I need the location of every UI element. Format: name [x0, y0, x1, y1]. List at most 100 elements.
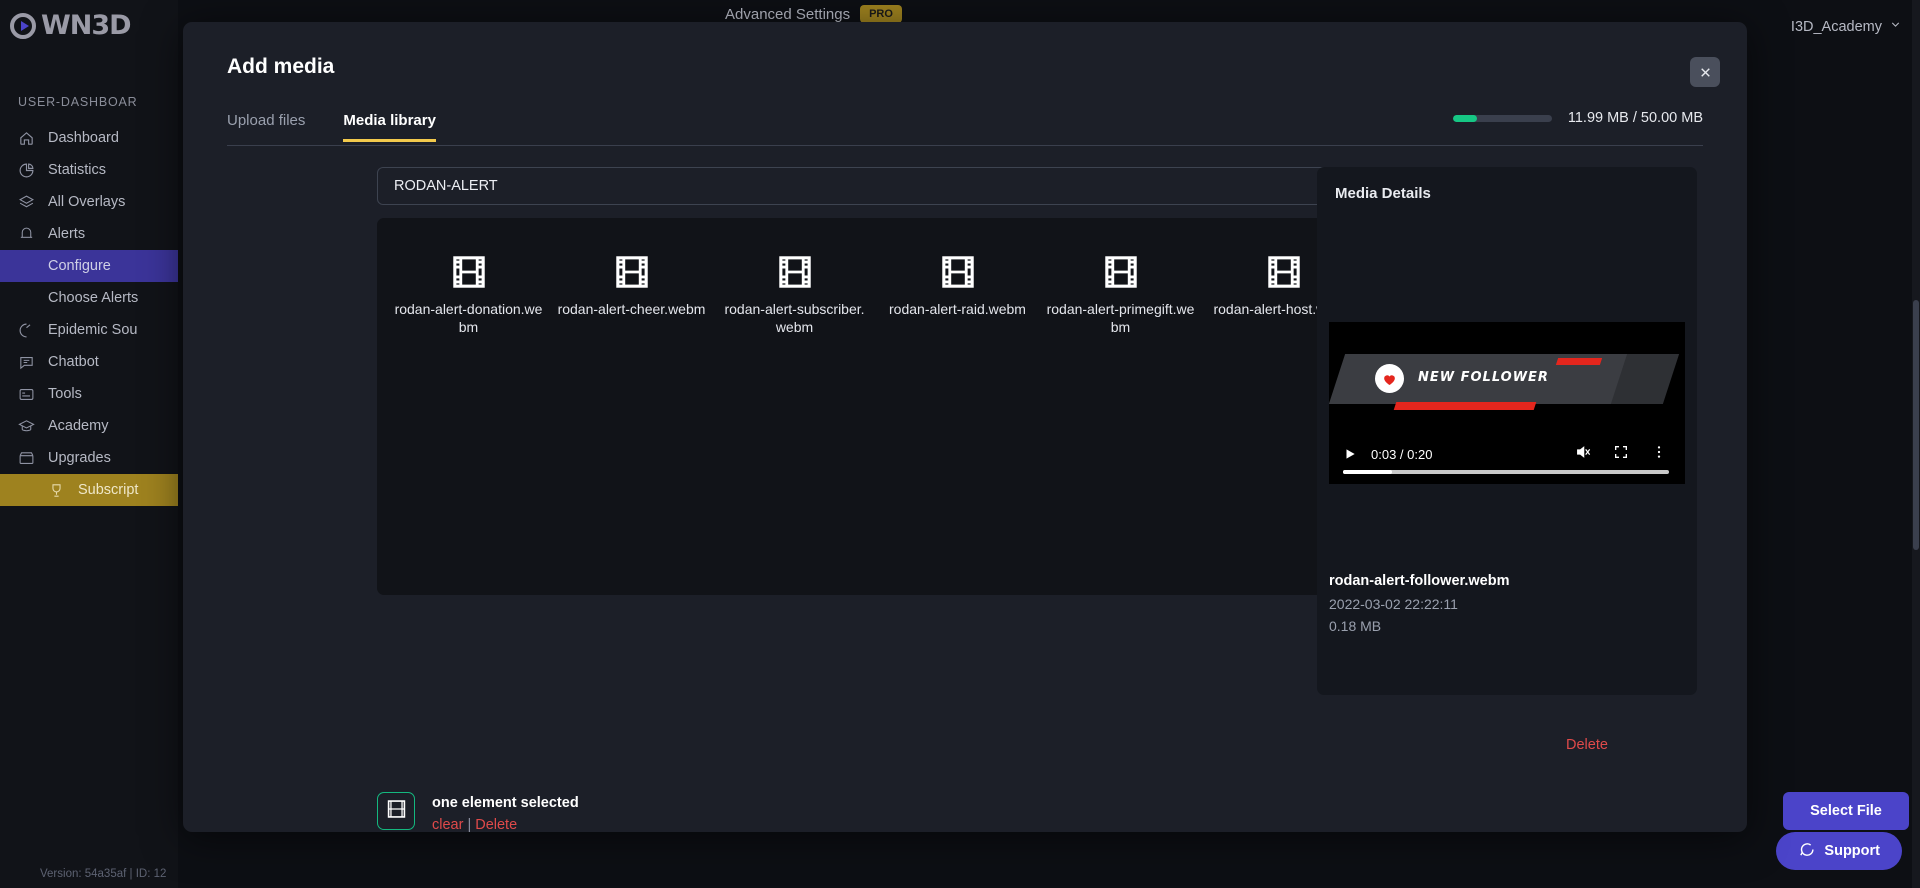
media-item[interactable]: rodan-alert-primegift.webm: [1039, 236, 1202, 346]
brand-wordmark: WN3D: [41, 10, 131, 41]
sidebar-item-label: Choose Alerts: [48, 290, 138, 306]
selection-thumbnail: [377, 792, 415, 830]
video-time: 0:03 / 0:20: [1371, 447, 1432, 462]
pie-chart-icon: [18, 162, 35, 179]
pro-badge: PRO: [860, 5, 902, 23]
file-metadata: rodan-alert-follower.webm 2022-03-02 22:…: [1329, 570, 1679, 637]
film-icon: [778, 256, 812, 288]
delete-selection-button[interactable]: Delete: [475, 817, 517, 833]
video-controls: 0:03 / 0:20: [1329, 436, 1685, 484]
fullscreen-icon[interactable]: [1613, 444, 1629, 465]
details-delete-button[interactable]: Delete: [1566, 737, 1608, 753]
sidebar-item-tools[interactable]: Tools: [0, 378, 178, 410]
sidebar-item-upgrades[interactable]: Upgrades: [0, 442, 178, 474]
sidebar-item-all-overlays[interactable]: All Overlays: [0, 186, 178, 218]
configure-icon: [18, 258, 35, 275]
film-icon: [1267, 256, 1301, 288]
sidebar-item-epidemic-sound[interactable]: Epidemic Sou: [0, 314, 178, 346]
sidebar-item-label: Configure: [48, 258, 111, 274]
film-icon: [387, 800, 406, 823]
storage-progress-fill: [1453, 115, 1477, 122]
selection-summary: one element selected clear|Delete: [377, 792, 579, 836]
modal-title: Add media: [227, 55, 334, 79]
film-icon: [941, 256, 975, 288]
trophy-icon: [48, 482, 65, 499]
alert-accent-bar-top: [1556, 358, 1602, 365]
select-file-button[interactable]: Select File: [1783, 792, 1909, 830]
background-page-title: Advanced Settings PRO: [725, 5, 902, 23]
user-menu-label: I3D_Academy: [1791, 19, 1882, 35]
music-icon: [18, 322, 35, 339]
media-item[interactable]: rodan-alert-subscriber.webm: [713, 236, 876, 346]
sidebar-item-label: Subscript: [78, 482, 138, 498]
sidebar-heading: USER-DASHBOAR: [18, 95, 137, 109]
media-item-name: rodan-alert-donation.webm: [395, 300, 543, 336]
alert-accent-bar-bottom: [1394, 402, 1537, 410]
scrollbar-thumb[interactable]: [1913, 300, 1919, 550]
sidebar-item-academy[interactable]: Academy: [0, 410, 178, 442]
chat-bubble-icon: [1798, 841, 1815, 862]
sidebar-item-label: Tools: [48, 386, 82, 402]
tools-icon: [18, 386, 35, 403]
sidebar-item-label: Upgrades: [48, 450, 111, 466]
sidebar-item-label: Chatbot: [48, 354, 99, 370]
video-progress-fill: [1343, 470, 1392, 474]
alert-preview-graphic: NEW FOLLOWER: [1329, 354, 1685, 422]
sidebar-nav: Dashboard Statistics All Overlays Alerts…: [0, 122, 178, 506]
brand-logo[interactable]: WN3D: [10, 10, 131, 41]
storage-progress-bar: [1453, 115, 1552, 122]
media-item-name: rodan-alert-subscriber.webm: [721, 300, 869, 336]
add-media-modal: Add media Upload files Media library 11.…: [183, 22, 1747, 832]
sidebar-item-statistics[interactable]: Statistics: [0, 154, 178, 186]
play-icon[interactable]: [1343, 447, 1357, 461]
page-scrollbar[interactable]: [1912, 0, 1920, 888]
clear-selection-button[interactable]: clear: [432, 817, 463, 833]
video-progress-bar[interactable]: [1343, 470, 1669, 474]
sidebar-item-label: All Overlays: [48, 194, 125, 210]
kebab-menu-icon[interactable]: [1651, 444, 1667, 465]
media-item[interactable]: rodan-alert-donation.webm: [387, 236, 550, 346]
play-circle-icon: [10, 13, 36, 39]
home-icon: [18, 130, 35, 147]
storage-text: 11.99 MB / 50.00 MB: [1568, 110, 1703, 126]
support-label: Support: [1824, 843, 1880, 859]
version-note: Version: 54a35af | ID: 12: [40, 868, 166, 880]
background-title-text: Advanced Settings: [725, 6, 850, 23]
volume-muted-icon[interactable]: [1575, 444, 1591, 465]
sidebar-item-configure[interactable]: Configure: [0, 250, 178, 282]
file-date: 2022-03-02 22:22:11: [1329, 593, 1679, 615]
tab-upload-files[interactable]: Upload files: [227, 112, 305, 139]
user-menu[interactable]: I3D_Academy: [1791, 18, 1902, 35]
sidebar-item-label: Alerts: [48, 226, 85, 242]
media-item[interactable]: rodan-alert-raid.webm: [876, 236, 1039, 346]
file-name: rodan-alert-follower.webm: [1329, 570, 1679, 593]
media-preview-video[interactable]: NEW FOLLOWER 0:03 / 0:20: [1329, 322, 1685, 484]
media-details-heading: Media Details: [1335, 185, 1679, 202]
media-item[interactable]: rodan-alert-cheer.webm: [550, 236, 713, 346]
graduation-icon: [18, 418, 35, 435]
media-item-name: rodan-alert-primegift.webm: [1047, 300, 1195, 336]
sidebar-item-subscription[interactable]: Subscript: [0, 474, 178, 506]
action-separator: |: [467, 817, 471, 833]
media-item-name: rodan-alert-raid.webm: [884, 300, 1032, 318]
sidebar-item-chatbot[interactable]: Chatbot: [0, 346, 178, 378]
sidebar: WN3D USER-DASHBOAR Dashboard Statistics …: [0, 0, 178, 888]
tab-media-library[interactable]: Media library: [343, 112, 436, 142]
support-button[interactable]: Support: [1776, 832, 1902, 870]
film-icon: [452, 256, 486, 288]
storage-indicator: 11.99 MB / 50.00 MB: [1453, 110, 1703, 126]
layers-icon: [18, 194, 35, 211]
sidebar-item-alerts[interactable]: Alerts: [0, 218, 178, 250]
store-icon: [18, 450, 35, 467]
selection-text: one element selected: [432, 793, 579, 814]
sidebar-item-label: Academy: [48, 418, 108, 434]
chevron-down-icon: [1889, 18, 1902, 35]
sidebar-item-label: Epidemic Sou: [48, 322, 137, 338]
sidebar-item-choose-alerts[interactable]: Choose Alerts: [0, 282, 178, 314]
sidebar-item-label: Statistics: [48, 162, 106, 178]
close-icon[interactable]: [1690, 57, 1720, 87]
alert-icon: [18, 226, 35, 243]
file-size: 0.18 MB: [1329, 615, 1679, 637]
selection-actions: clear|Delete: [432, 814, 579, 836]
sidebar-item-dashboard[interactable]: Dashboard: [0, 122, 178, 154]
